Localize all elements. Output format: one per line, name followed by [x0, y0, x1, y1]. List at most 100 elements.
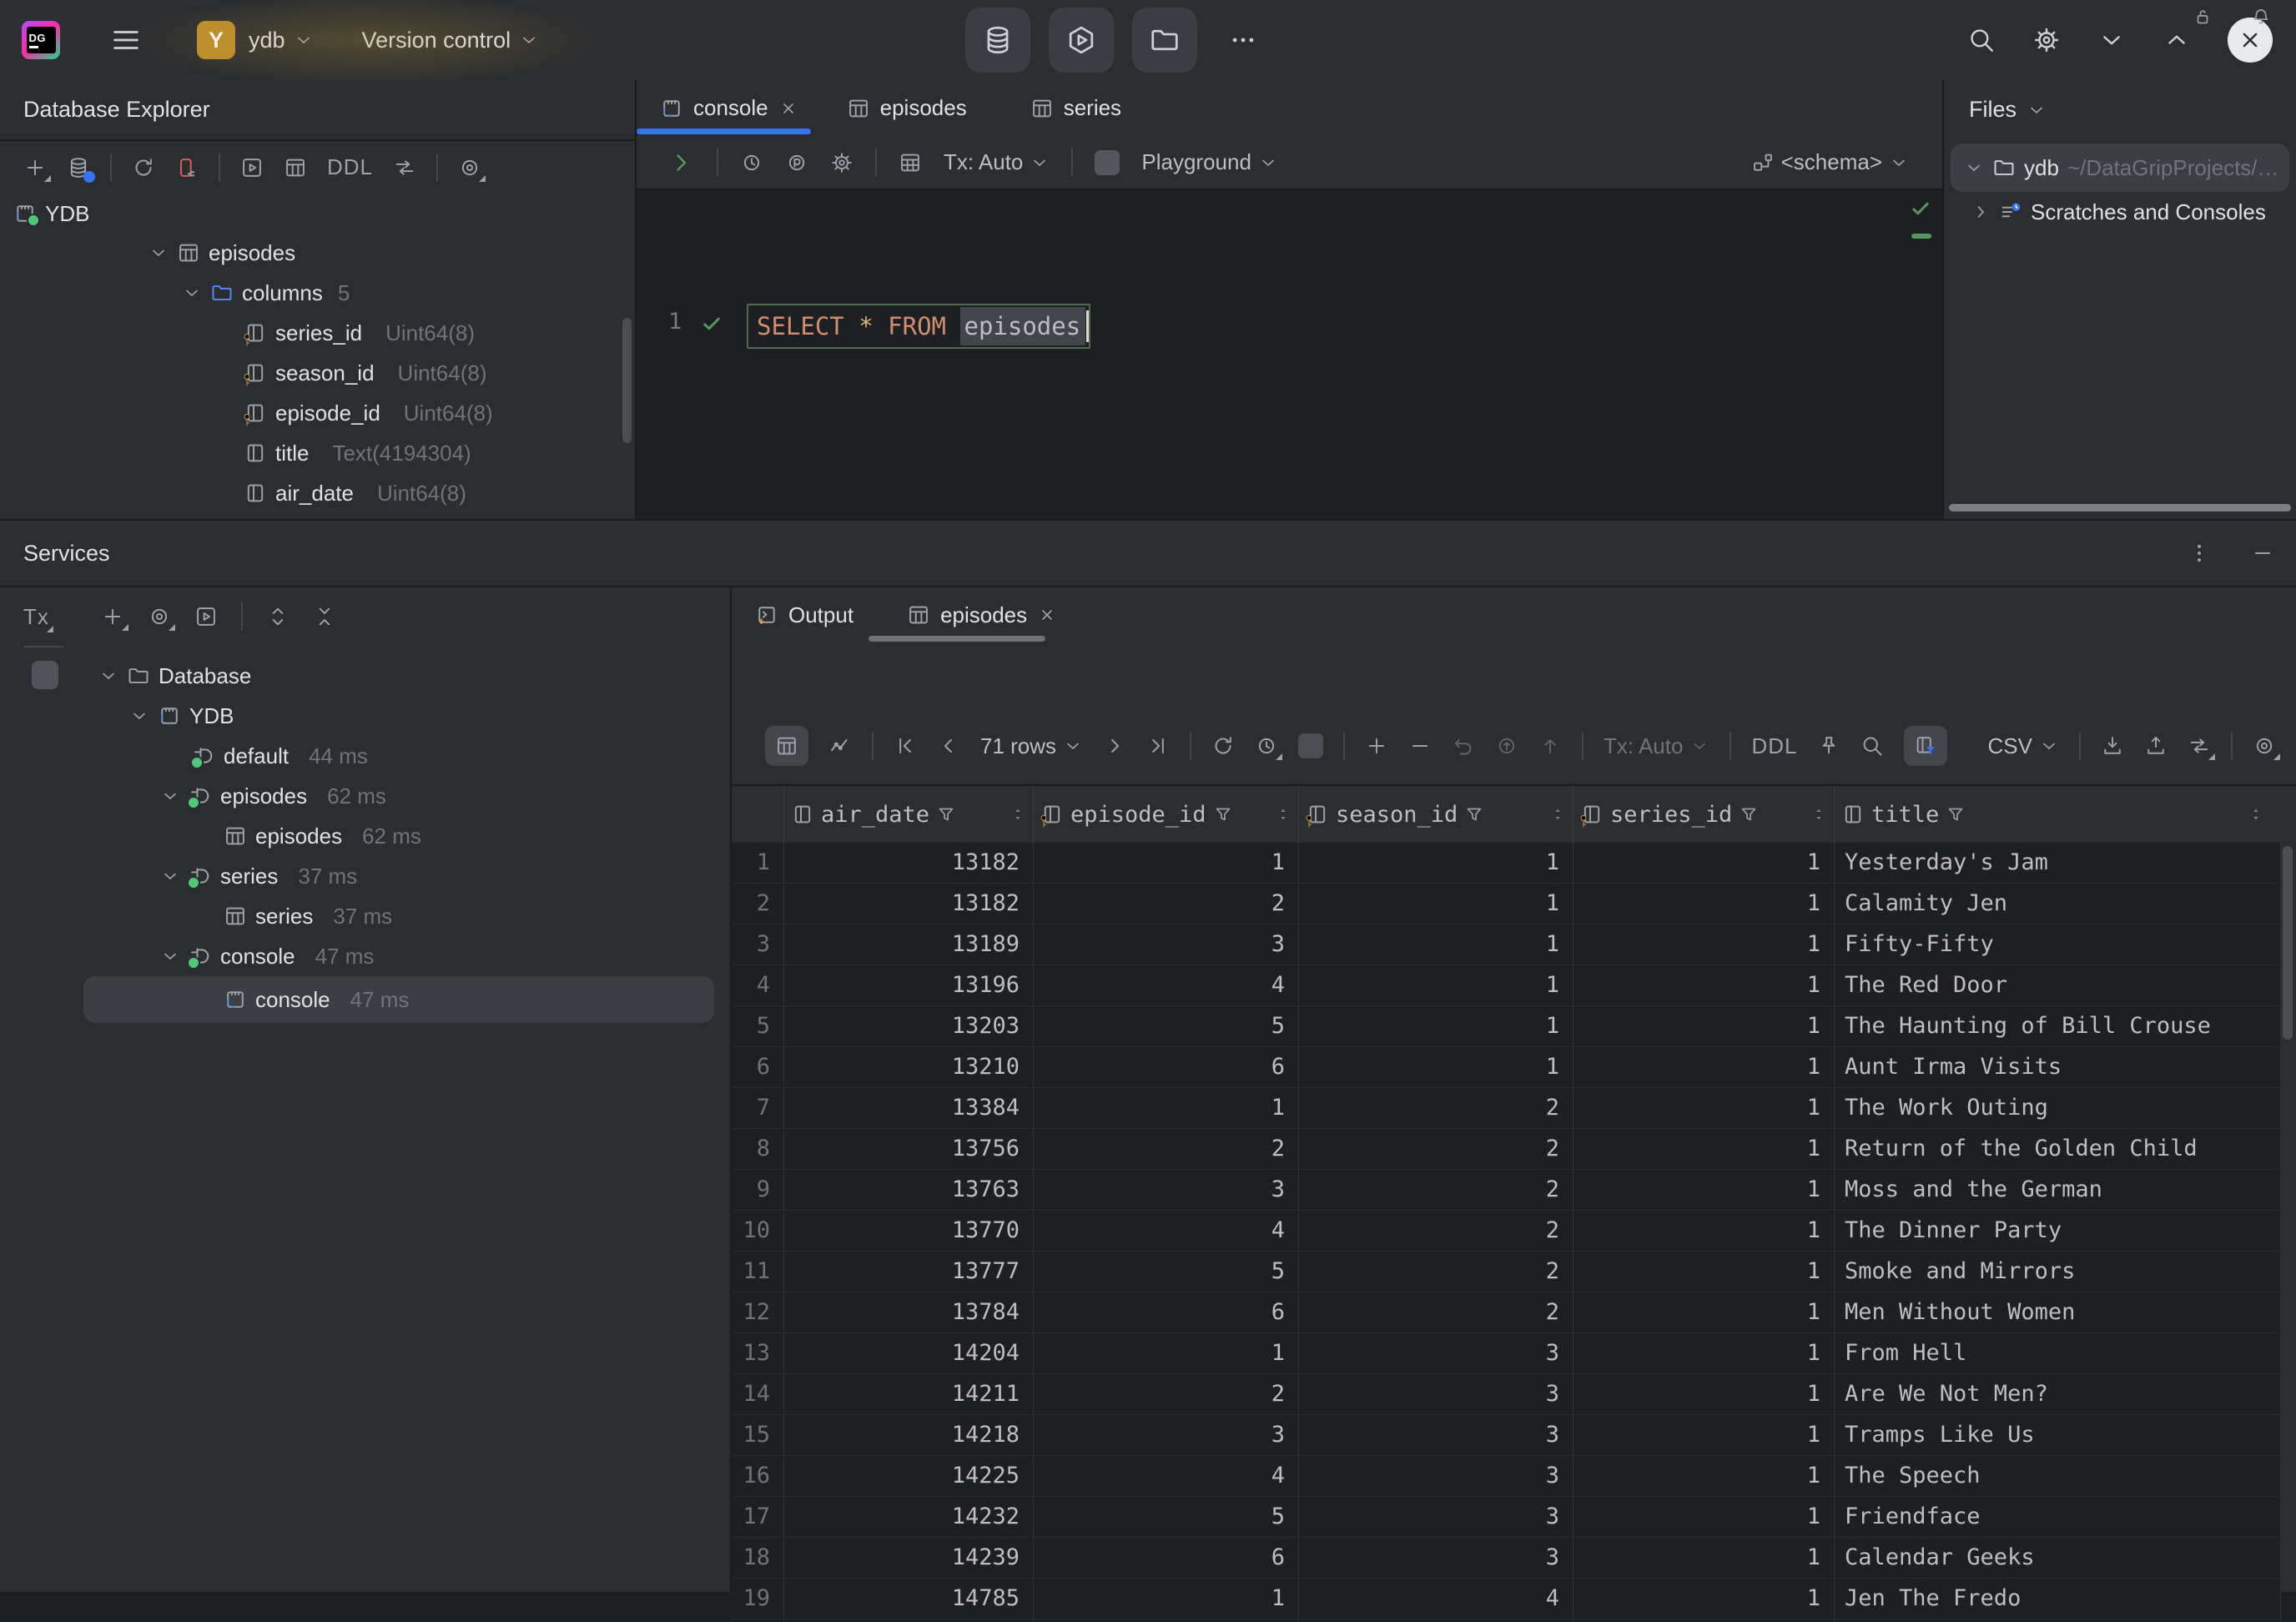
row-number[interactable]: 13 — [732, 1333, 784, 1373]
table-row[interactable]: 1814239631Calendar Geeks — [732, 1538, 2281, 1579]
table-cell[interactable]: 1 — [1573, 1415, 1835, 1455]
table-row[interactable]: 613210611Aunt Irma Visits — [732, 1047, 2281, 1088]
table-cell[interactable]: 13770 — [784, 1211, 1034, 1251]
jump-to-console-button[interactable] — [240, 156, 264, 179]
settings-gear-icon[interactable] — [2032, 26, 2061, 54]
table-cell[interactable]: 2 — [1299, 1129, 1573, 1169]
chevron-down-icon[interactable] — [98, 666, 118, 686]
compare-button[interactable] — [393, 156, 416, 179]
stop-query-button[interactable] — [1298, 733, 1323, 758]
database-tool-button[interactable] — [965, 8, 1030, 73]
table-row[interactable]: 913763321Moss and the German — [732, 1170, 2281, 1211]
table-cell[interactable]: Return of the Golden Child — [1835, 1129, 2281, 1169]
explorer-scrollbar[interactable] — [622, 318, 632, 443]
tree-item-ydb-root[interactable]: YDB — [0, 194, 648, 234]
files-tool-button[interactable] — [1132, 8, 1197, 73]
files-panel-title[interactable]: Files — [1969, 97, 2017, 123]
table-cell[interactable]: 1 — [1573, 1579, 1835, 1619]
table-row[interactable]: 1914785141Jen The Fredo — [732, 1579, 2281, 1619]
row-number[interactable]: 1 — [732, 843, 784, 883]
table-cell[interactable]: 1 — [1299, 1006, 1573, 1046]
table-cell[interactable]: 1 — [1573, 1538, 1835, 1578]
table-row[interactable]: 1314204131From Hell — [732, 1333, 2281, 1374]
services-item-database[interactable]: Database — [0, 656, 828, 696]
previous-page-button[interactable] — [937, 734, 960, 758]
filter-funnel-icon[interactable] — [936, 804, 956, 824]
table-row[interactable]: 1213784621Men Without Women — [732, 1292, 2281, 1333]
table-view-button[interactable] — [765, 726, 808, 766]
tab-series[interactable]: series — [967, 80, 1121, 136]
table-cell[interactable]: 13763 — [784, 1170, 1034, 1210]
more-tools-icon[interactable] — [1229, 26, 1257, 54]
chevron-down-icon[interactable] — [182, 283, 202, 303]
column-header-episode-id[interactable]: episode_id — [1034, 786, 1299, 843]
table-cell[interactable]: The Haunting of Bill Crouse — [1835, 1006, 2281, 1046]
row-number-header[interactable] — [732, 786, 784, 843]
vcs-widget[interactable]: Version control — [362, 28, 511, 53]
table-cell[interactable]: 13189 — [784, 924, 1034, 965]
datasource-properties-button[interactable] — [67, 156, 90, 179]
grid-view-options-button[interactable] — [2253, 734, 2276, 758]
table-cell[interactable]: 14204 — [784, 1333, 1034, 1373]
table-cell[interactable]: 1 — [1573, 1211, 1835, 1251]
row-number[interactable]: 2 — [732, 884, 784, 924]
table-row[interactable]: 1113777521Smoke and Mirrors — [732, 1252, 2281, 1292]
table-cell[interactable]: Calamity Jen — [1835, 884, 2281, 924]
table-cell[interactable]: 3 — [1299, 1497, 1573, 1537]
table-cell[interactable]: 1 — [1034, 843, 1299, 883]
chevron-down-icon[interactable] — [160, 786, 180, 806]
close-icon[interactable] — [1037, 605, 1057, 625]
row-number[interactable]: 14 — [732, 1374, 784, 1414]
row-number[interactable]: 15 — [732, 1415, 784, 1455]
table-cell[interactable]: From Hell — [1835, 1333, 2281, 1373]
grid-tx-mode-dropdown[interactable]: Tx: Auto — [1604, 733, 1709, 759]
chevron-down-icon[interactable] — [160, 866, 180, 886]
upload-changes-button[interactable] — [1538, 734, 1562, 758]
open-table-button[interactable] — [284, 156, 307, 179]
table-cell[interactable]: 1 — [1299, 843, 1573, 883]
column-header-series-id[interactable]: series_id — [1573, 786, 1835, 843]
table-cell[interactable]: Aunt Irma Visits — [1835, 1047, 2281, 1087]
table-cell[interactable]: 1 — [1573, 1374, 1835, 1414]
table-cell[interactable]: 13196 — [784, 965, 1034, 1005]
submit-button[interactable] — [1495, 734, 1518, 758]
data-grid[interactable]: 113182111Yesterday's Jam213182211Calamit… — [732, 843, 2281, 1622]
table-cell[interactable]: 2 — [1299, 1292, 1573, 1332]
column-header-season-id[interactable]: season_id — [1299, 786, 1573, 843]
table-cell[interactable]: 3 — [1299, 1374, 1573, 1414]
table-cell[interactable]: 1 — [1573, 924, 1835, 965]
reload-page-button[interactable] — [1211, 734, 1235, 758]
chevron-down-icon[interactable] — [149, 243, 169, 263]
column-header-title[interactable]: title — [1835, 786, 2281, 843]
browse-data-icon[interactable] — [899, 151, 922, 174]
row-number[interactable]: 18 — [732, 1538, 784, 1578]
main-menu-button[interactable] — [110, 24, 142, 56]
row-number[interactable]: 3 — [732, 924, 784, 965]
table-cell[interactable]: 13777 — [784, 1252, 1034, 1292]
table-row[interactable]: 1414211231Are We Not Men? — [732, 1374, 2281, 1415]
table-cell[interactable]: 5 — [1034, 1497, 1299, 1537]
table-cell[interactable]: 13210 — [784, 1047, 1034, 1087]
table-cell[interactable]: 3 — [1034, 1170, 1299, 1210]
table-cell[interactable]: 6 — [1034, 1047, 1299, 1087]
table-row[interactable]: 813756221Return of the Golden Child — [732, 1129, 2281, 1170]
project-avatar[interactable]: Y — [197, 21, 235, 59]
run-button[interactable] — [667, 149, 695, 177]
table-cell[interactable]: 14232 — [784, 1497, 1034, 1537]
table-cell[interactable]: The Dinner Party — [1835, 1211, 2281, 1251]
table-cell[interactable]: 1 — [1573, 1170, 1835, 1210]
sort-toggle-icon[interactable] — [1548, 804, 1568, 824]
table-cell[interactable]: 1 — [1573, 843, 1835, 883]
inspections-ok-icon[interactable] — [1909, 197, 1932, 220]
table-cell[interactable]: 13182 — [784, 843, 1034, 883]
window-maximize-icon[interactable] — [2163, 26, 2191, 54]
options-kebab-icon[interactable] — [2188, 542, 2211, 565]
table-cell[interactable]: Tramps Like Us — [1835, 1415, 2281, 1455]
column-filter-button[interactable] — [1904, 726, 1947, 766]
table-cell[interactable]: 14225 — [784, 1456, 1034, 1496]
next-page-button[interactable] — [1103, 734, 1126, 758]
table-cell[interactable]: 13756 — [784, 1129, 1034, 1169]
table-cell[interactable]: 1 — [1034, 1088, 1299, 1128]
ddl-button[interactable]: DDL — [1751, 733, 1797, 759]
table-cell[interactable]: 2 — [1034, 1374, 1299, 1414]
